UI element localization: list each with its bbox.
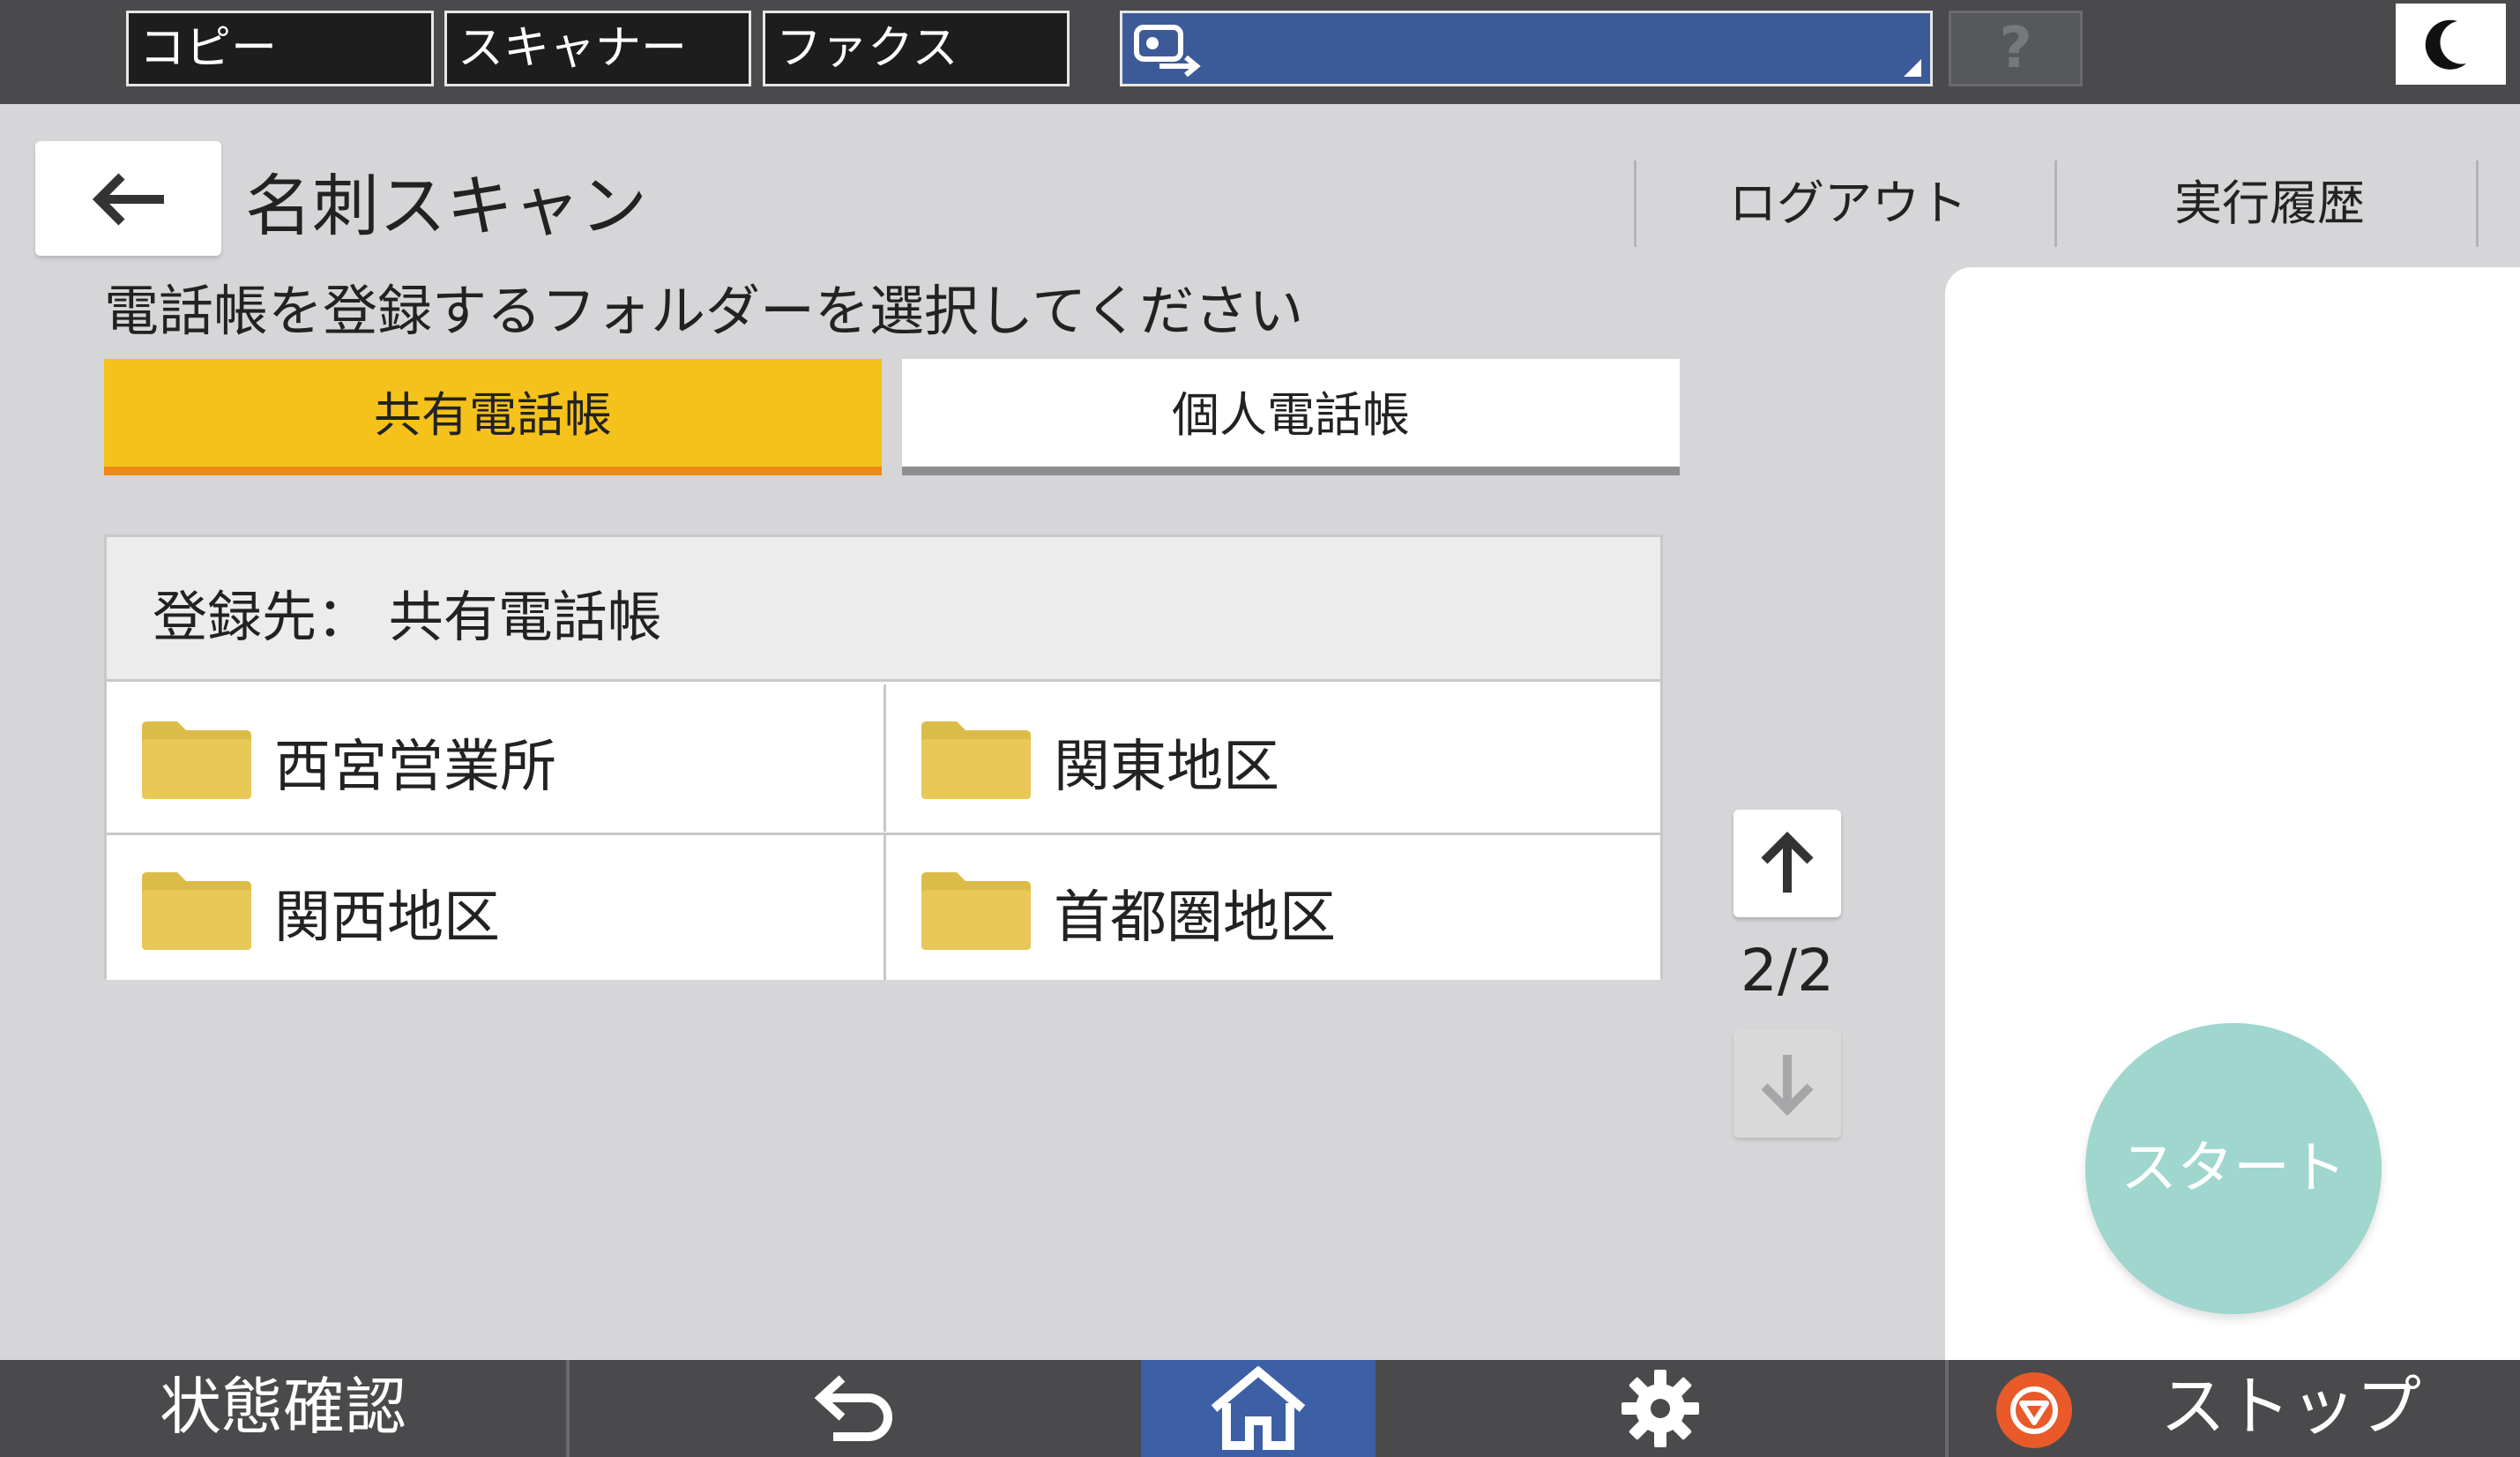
help-button[interactable]: ? — [1949, 11, 2083, 86]
app-tab-scanner[interactable]: スキャナー — [444, 11, 751, 86]
stop-label: ストップ — [2160, 1369, 2421, 1445]
destination-label: 登録先： 共有電話帳 — [153, 585, 662, 649]
tab-personal-phonebook[interactable]: 個人電話帳 — [902, 359, 1680, 475]
header-divider — [2476, 161, 2479, 247]
page-title: 名刺スキャン — [245, 167, 647, 245]
stop-button[interactable]: ストップ — [1949, 1360, 2520, 1457]
arrow-down-icon — [1761, 1055, 1814, 1117]
bottom-bar: 状態確認 ストップ — [0, 1360, 2520, 1457]
folder-icon — [921, 721, 1031, 799]
destination-header: 登録先： 共有電話帳 — [107, 537, 1660, 682]
header-divider — [1634, 161, 1637, 247]
page-up-button[interactable] — [1733, 810, 1841, 917]
folder-icon — [142, 721, 251, 799]
folder-label: 西宮営業所 — [274, 735, 556, 800]
dropdown-corner-icon — [1904, 59, 1921, 77]
undo-button[interactable] — [570, 1360, 1141, 1457]
folder-icon — [142, 872, 251, 950]
folder-label: 関西地区 — [274, 885, 500, 951]
folder-panel: 登録先： 共有電話帳 西宮営業所 関東地区 関西地区 首都圏地区 — [104, 534, 1663, 980]
status-check-button[interactable]: 状態確認 — [0, 1360, 566, 1457]
instruction-text: 電話帳を登録するフォルダーを選択してください — [104, 279, 1304, 343]
stop-icon — [1996, 1372, 2072, 1448]
tab-shared-phonebook[interactable]: 共有電話帳 — [104, 359, 882, 475]
screen-transfer-icon — [1134, 25, 1201, 77]
folder-item[interactable]: 関西地区 — [107, 833, 883, 980]
arrow-up-icon — [1761, 831, 1814, 893]
arrow-left-icon — [92, 173, 164, 226]
folder-item[interactable]: 関東地区 — [883, 684, 1660, 832]
back-button[interactable] — [35, 141, 221, 256]
start-button[interactable]: スタート — [2085, 1023, 2382, 1314]
undo-arrow-icon — [814, 1375, 892, 1441]
page-down-button[interactable] — [1733, 1030, 1841, 1138]
moon-icon — [2425, 19, 2466, 70]
app-tab-fax[interactable]: ファクス — [763, 11, 1070, 86]
folder-label: 首都圏地区 — [1054, 885, 1336, 951]
sleep-button[interactable] — [2396, 4, 2506, 85]
page-indicator: 2/2 — [1740, 937, 1835, 1005]
header-divider — [2054, 161, 2057, 247]
folder-icon — [921, 872, 1031, 950]
settings-button[interactable] — [1376, 1360, 1945, 1457]
folder-item[interactable]: 西宮営業所 — [107, 684, 883, 832]
folder-item[interactable]: 首都圏地区 — [883, 833, 1660, 980]
logout-button[interactable]: ログアウト — [1638, 161, 2058, 247]
app-tab-copy[interactable]: コピー — [126, 11, 434, 86]
home-icon — [1211, 1366, 1306, 1450]
top-bar: コピー スキャナー ファクス ? — [0, 0, 2520, 104]
folder-label: 関東地区 — [1054, 735, 1279, 800]
home-button[interactable] — [1141, 1360, 1376, 1457]
history-button[interactable]: 実行履歴 — [2060, 161, 2479, 247]
function-selector[interactable] — [1120, 11, 1933, 86]
gear-icon — [1622, 1370, 1699, 1447]
